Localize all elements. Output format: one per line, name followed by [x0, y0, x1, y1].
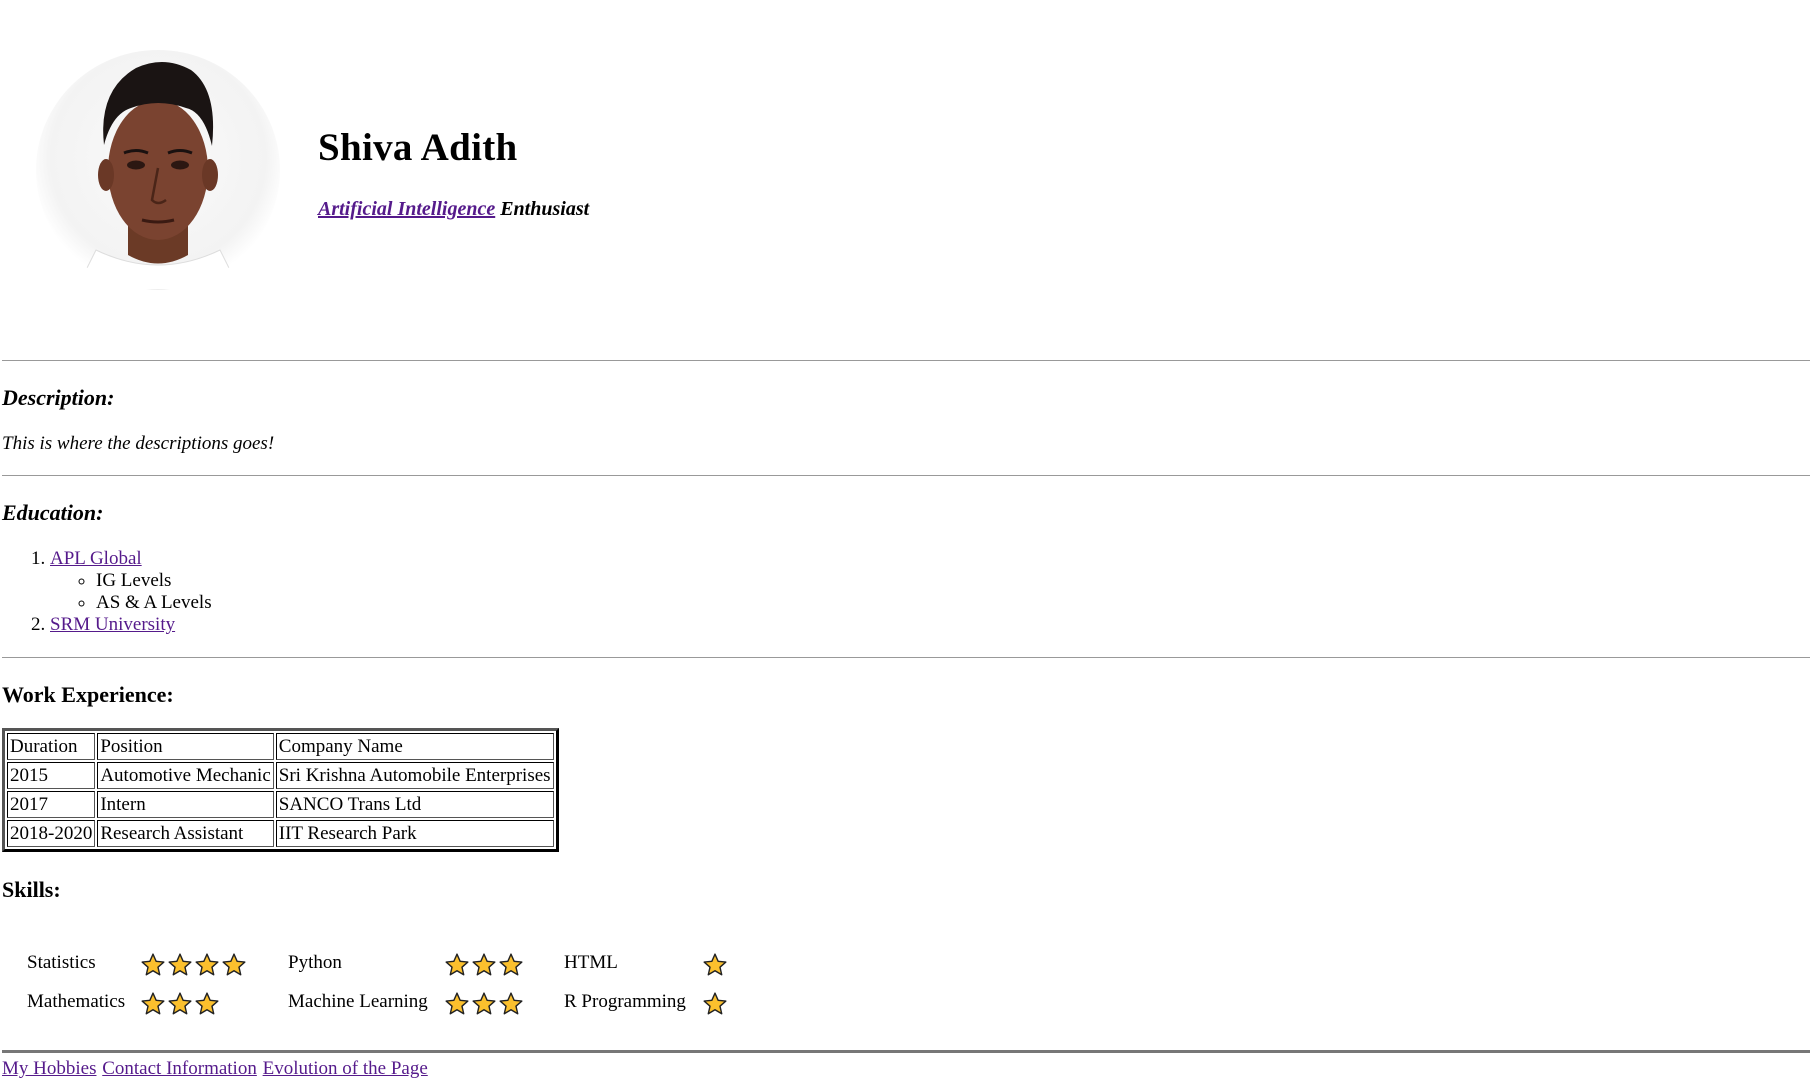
profile-header: Shiva Adith Artificial Intelligence Enth… — [36, 50, 1776, 290]
profile-tagline: Artificial Intelligence Enthusiast — [318, 198, 589, 221]
skill-name: Statistics — [27, 952, 96, 973]
skills-heading: Skills: — [2, 877, 61, 902]
skill-name: Python — [288, 952, 342, 973]
title-block: Shiva Adith Artificial Intelligence Enth… — [318, 125, 589, 221]
table-header-row: Duration Position Company Name — [7, 733, 554, 760]
star-icon — [168, 992, 192, 1015]
divider — [2, 360, 1810, 361]
star-icon — [195, 992, 219, 1015]
education-list: APL Global IG Levels AS & A Levels SRM U… — [2, 548, 212, 636]
table-cell: 2018-2020 — [7, 820, 96, 847]
table-cell: 2015 — [7, 762, 96, 789]
star-icon — [472, 953, 496, 976]
table-cell: 2017 — [7, 791, 96, 818]
star-icon — [195, 953, 219, 976]
star-icon — [222, 953, 246, 976]
divider — [2, 657, 1810, 658]
star-icon — [499, 953, 523, 976]
footer-link-evolution[interactable]: Evolution of the Page — [263, 1058, 428, 1079]
table-header-cell: Duration — [7, 733, 96, 760]
skill-rating — [444, 991, 524, 1017]
skill-name: Mathematics — [27, 991, 126, 1012]
table-header-cell: Company Name — [275, 733, 554, 760]
star-icon — [141, 992, 165, 1015]
divider — [2, 1050, 1810, 1053]
education-heading: Education: — [2, 500, 104, 525]
tagline-suffix: Enthusiast — [495, 198, 590, 220]
education-sublist: IG Levels AS & A Levels — [50, 570, 212, 614]
education-link-srm-university[interactable]: SRM University — [50, 614, 175, 635]
footer-nav: My Hobbies Contact Information Evolution… — [2, 1058, 429, 1080]
table-cell: IIT Research Park — [275, 820, 554, 847]
table-row: 2015 Automotive Mechanic Sri Krishna Aut… — [7, 762, 554, 789]
table-row: 2017 Intern SANCO Trans Ltd — [7, 791, 554, 818]
education-subitem: AS & A Levels — [96, 592, 212, 614]
footer-link-contact[interactable]: Contact Information — [102, 1058, 257, 1079]
description-text: This is where the descriptions goes! — [2, 433, 275, 454]
education-subitem: IG Levels — [96, 570, 212, 592]
skill-rating — [140, 991, 220, 1017]
table-row: 2018-2020 Research Assistant IIT Researc… — [7, 820, 554, 847]
star-icon — [445, 992, 469, 1015]
work-table: Duration Position Company Name 2015 Auto… — [2, 728, 559, 852]
table-cell: Sri Krishna Automobile Enterprises — [275, 762, 554, 789]
table-cell: SANCO Trans Ltd — [275, 791, 554, 818]
star-icon — [168, 953, 192, 976]
work-heading: Work Experience: — [2, 682, 174, 707]
table-header-cell: Position — [97, 733, 274, 760]
education-item: APL Global IG Levels AS & A Levels — [50, 548, 212, 614]
ai-link[interactable]: Artificial Intelligence — [318, 198, 495, 220]
table-cell: Research Assistant — [97, 820, 274, 847]
skill-name: R Programming — [564, 991, 686, 1012]
star-icon — [445, 953, 469, 976]
skill-rating — [444, 952, 524, 978]
profile-photo — [36, 50, 280, 290]
education-link-apl-global[interactable]: APL Global — [50, 548, 142, 569]
footer-link-hobbies[interactable]: My Hobbies — [2, 1058, 96, 1079]
skill-rating — [702, 991, 728, 1017]
profile-name: Shiva Adith — [318, 126, 518, 169]
table-cell: Intern — [97, 791, 274, 818]
star-icon — [472, 992, 496, 1015]
star-icon — [703, 953, 727, 976]
star-icon — [141, 953, 165, 976]
education-item: SRM University — [50, 614, 212, 636]
description-heading: Description: — [2, 385, 115, 410]
skill-rating — [140, 952, 247, 978]
divider — [2, 475, 1810, 476]
star-icon — [703, 992, 727, 1015]
table-cell: Automotive Mechanic — [97, 762, 274, 789]
skill-name: HTML — [564, 952, 618, 973]
star-icon — [499, 992, 523, 1015]
skill-name: Machine Learning — [288, 991, 428, 1012]
skill-rating — [702, 952, 728, 978]
